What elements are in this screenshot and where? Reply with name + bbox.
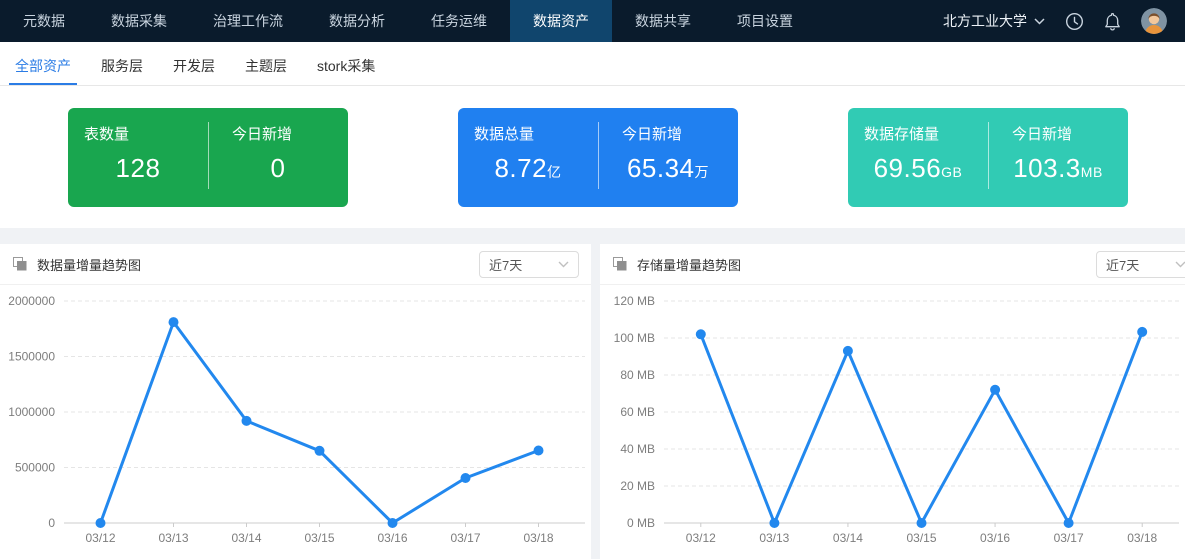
svg-text:60 MB: 60 MB (620, 405, 655, 419)
nav-item[interactable]: 治理工作流 (190, 0, 306, 42)
svg-text:2000000: 2000000 (8, 294, 55, 308)
pages-icon (12, 256, 28, 272)
pages-icon (612, 256, 628, 272)
stat-label: 表数量 (84, 123, 208, 144)
stat-label: 今日新增 (622, 123, 738, 144)
svg-text:03/14: 03/14 (833, 531, 863, 545)
asset-tabs: 全部资产服务层开发层主题层 stork采集 (0, 42, 1185, 86)
user-menu[interactable]: 北方工业大学 (943, 11, 1045, 31)
svg-text:03/12: 03/12 (686, 531, 716, 545)
nav-item[interactable]: 数据资产 (510, 0, 612, 42)
svg-text:03/13: 03/13 (158, 531, 188, 545)
svg-text:03/15: 03/15 (906, 531, 936, 545)
data-volume-trend-chart[interactable]: 0 500000 1000000 1500000 2000000 03/12 03/13 03… (0, 285, 591, 557)
stat-value: 128 (116, 153, 161, 184)
stat-card: 数据存储量 69.56GB 今日新增 103.3MB (848, 108, 1128, 207)
tab[interactable]: 服务层 (95, 42, 149, 85)
svg-text:100 MB: 100 MB (614, 331, 655, 345)
svg-text:03/16: 03/16 (980, 531, 1010, 545)
nav-item[interactable]: 元数据 (0, 0, 88, 42)
nav-menu: 元数据数据采集治理工作流数据分析任务运维数据资产数据共享项目设置 (0, 0, 816, 42)
stat-card-half: 数据存储量 69.56GB (848, 108, 988, 207)
tab[interactable]: 主题层 (239, 42, 293, 85)
clock-icon[interactable] (1065, 12, 1084, 31)
stat-unit: MB (1081, 164, 1103, 180)
svg-text:03/12: 03/12 (85, 531, 115, 545)
bell-icon[interactable] (1104, 12, 1121, 31)
top-nav: 元数据数据采集治理工作流数据分析任务运维数据资产数据共享项目设置 北方工业大学 (0, 0, 1185, 42)
stat-value: 103.3MB (1013, 153, 1103, 184)
svg-text:0 MB: 0 MB (627, 516, 655, 530)
svg-text:80 MB: 80 MB (620, 368, 655, 382)
nav-item[interactable]: 项目设置 (714, 0, 816, 42)
card-divider (988, 122, 989, 189)
panel-header: 数据量增量趋势图 近7天 (0, 244, 591, 285)
card-divider (208, 122, 209, 189)
svg-text:40 MB: 40 MB (620, 442, 655, 456)
card-divider (598, 122, 599, 189)
stat-value: 8.72亿 (494, 153, 561, 184)
nav-item[interactable]: 数据共享 (612, 0, 714, 42)
svg-text:0: 0 (48, 516, 55, 530)
nav-item[interactable]: 数据分析 (306, 0, 408, 42)
stat-unit: 亿 (547, 164, 562, 180)
stat-unit: GB (941, 164, 962, 180)
chevron-down-icon (1175, 261, 1185, 268)
avatar[interactable] (1141, 8, 1167, 34)
stat-label: 数据存储量 (864, 123, 988, 144)
stat-card-half: 今日新增 65.34万 (598, 108, 738, 207)
svg-text:120 MB: 120 MB (614, 294, 655, 308)
svg-text:03/17: 03/17 (1054, 531, 1084, 545)
stat-value: 69.56GB (874, 153, 963, 184)
chevron-down-icon (1034, 18, 1045, 25)
range-select[interactable]: 近7天 (1096, 251, 1185, 278)
storage-trend-panel: 存储量增量趋势图 近7天 0 MB 20 MB 40 MB 60 MB 80 MB 100… (600, 244, 1185, 559)
tab[interactable]: 全部资产 (9, 42, 77, 85)
stat-card: 表数量 128 今日新增 0 (68, 108, 348, 207)
data-asset-dashboard: 元数据数据采集治理工作流数据分析任务运维数据资产数据共享项目设置 北方工业大学 (0, 0, 1185, 559)
svg-text:03/18: 03/18 (523, 531, 553, 545)
svg-text:500000: 500000 (15, 461, 55, 475)
svg-text:03/15: 03/15 (304, 531, 334, 545)
storage-trend-chart[interactable]: 0 MB 20 MB 40 MB 60 MB 80 MB 100 MB 120 MB 03/1… (600, 285, 1185, 557)
svg-text:03/14: 03/14 (231, 531, 261, 545)
stat-label: 数据总量 (474, 123, 598, 144)
panel-title: 存储量增量趋势图 (637, 255, 741, 274)
range-select[interactable]: 近7天 (479, 251, 579, 278)
chevron-down-icon (558, 261, 569, 268)
user-name: 北方工业大学 (943, 11, 1027, 31)
svg-text:03/18: 03/18 (1127, 531, 1157, 545)
stat-value: 65.34万 (627, 153, 709, 184)
svg-text:1500000: 1500000 (8, 350, 55, 364)
svg-text:03/13: 03/13 (759, 531, 789, 545)
svg-text:03/17: 03/17 (450, 531, 480, 545)
stat-card: 数据总量 8.72亿 今日新增 65.34万 (458, 108, 738, 207)
stat-label: 今日新增 (232, 123, 348, 144)
data-volume-trend-panel: 数据量增量趋势图 近7天 0 500000 1000000 1500000 200000… (0, 244, 591, 559)
svg-text:20 MB: 20 MB (620, 479, 655, 493)
panel-title: 数据量增量趋势图 (37, 255, 141, 274)
tab[interactable]: 开发层 (167, 42, 221, 85)
stat-cards: 表数量 128 今日新增 0 数据总量 8.72亿 今日新增 65.34万 数据存储量 69.56… (0, 86, 1185, 228)
stat-label: 今日新增 (1012, 123, 1128, 144)
panel-header: 存储量增量趋势图 近7天 (600, 244, 1185, 285)
range-select-value: 近7天 (1106, 255, 1139, 274)
stat-unit: 万 (695, 164, 710, 180)
nav-item[interactable]: 数据采集 (88, 0, 190, 42)
range-select-value: 近7天 (489, 255, 522, 274)
stat-card-half: 今日新增 0 (208, 108, 348, 207)
stat-card-half: 表数量 128 (68, 108, 208, 207)
stat-card-half: 今日新增 103.3MB (988, 108, 1128, 207)
charts-row: 数据量增量趋势图 近7天 0 500000 1000000 1500000 200000… (0, 244, 1185, 559)
tab[interactable]: stork采集 (311, 42, 381, 85)
stat-card-half: 数据总量 8.72亿 (458, 108, 598, 207)
nav-right: 北方工业大学 (943, 8, 1185, 34)
nav-item[interactable]: 任务运维 (408, 0, 510, 42)
stat-value: 0 (271, 153, 286, 184)
svg-text:1000000: 1000000 (8, 405, 55, 419)
svg-text:03/16: 03/16 (377, 531, 407, 545)
